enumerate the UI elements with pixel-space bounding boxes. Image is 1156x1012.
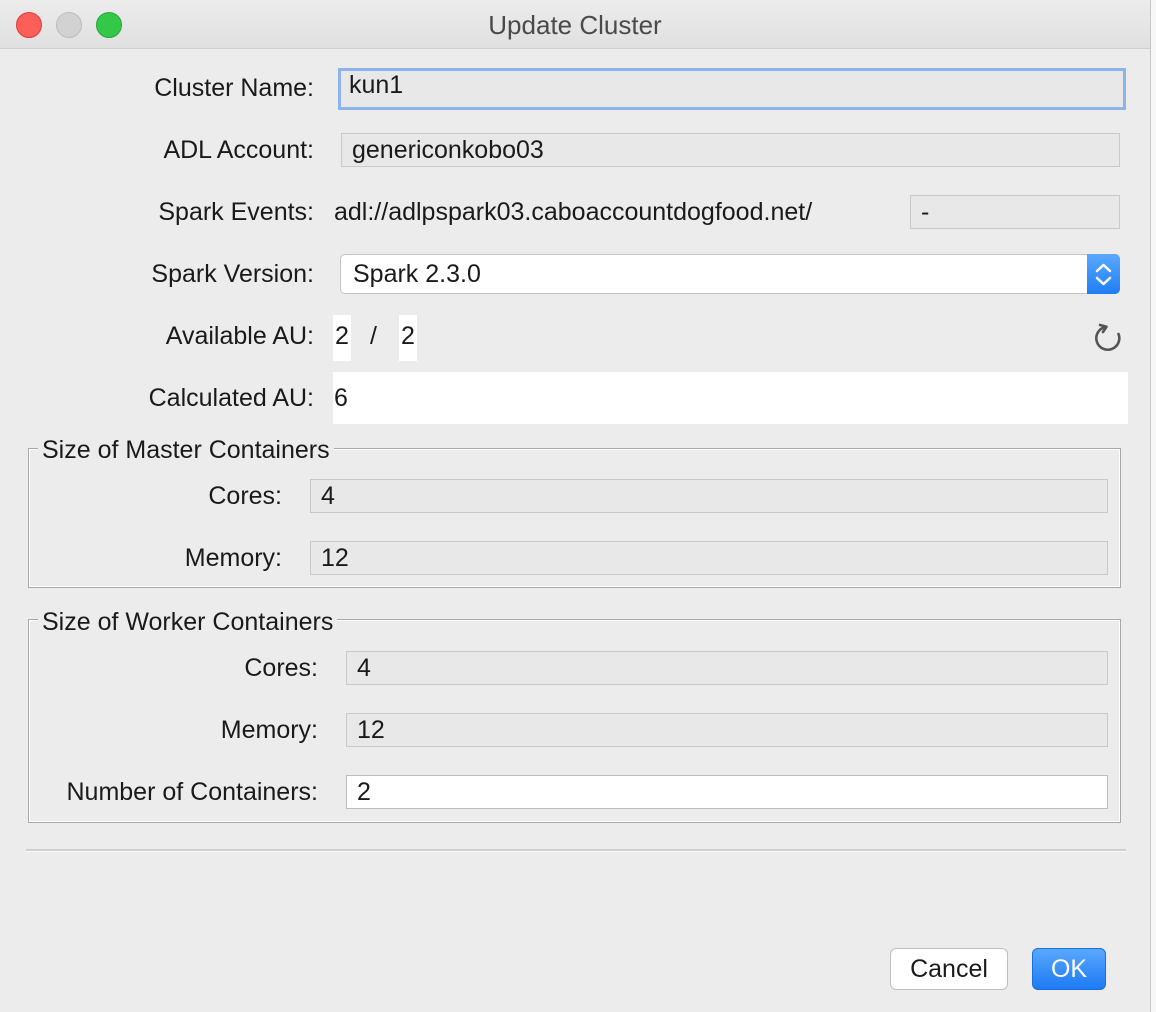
master-cores-field: 4 (310, 479, 1108, 513)
cancel-button[interactable]: Cancel (890, 948, 1008, 990)
worker-memory-label: Memory: (220, 716, 318, 744)
cluster-name-input[interactable]: kun1 (338, 68, 1126, 110)
available-au-label: Available AU: (165, 322, 314, 350)
spark-version-select[interactable]: Spark 2.3.0 (340, 254, 1120, 294)
worker-memory-field: 12 (346, 713, 1108, 747)
chevron-up-down-icon[interactable] (1087, 254, 1120, 294)
total-au-value: 2 (401, 322, 415, 350)
number-of-containers-input[interactable]: 2 (346, 775, 1108, 809)
worker-cores-label: Cores: (244, 654, 318, 682)
separator (26, 849, 1126, 852)
adl-account-label: ADL Account: (163, 136, 314, 164)
ok-button[interactable]: OK (1032, 948, 1106, 990)
available-au-value: 2 (335, 322, 349, 350)
master-containers-title: Size of Master Containers (38, 436, 334, 465)
master-memory-label: Memory: (184, 544, 282, 572)
spark-version-label: Spark Version: (151, 260, 314, 288)
window-title: Update Cluster (488, 10, 662, 40)
calculated-au-value: 6 (334, 384, 348, 412)
worker-cores-field: 4 (346, 651, 1108, 685)
worker-containers-title: Size of Worker Containers (38, 608, 338, 637)
title-bar[interactable]: Update Cluster (0, 0, 1150, 49)
master-memory-field: 12 (310, 541, 1108, 575)
adl-account-field: genericonkobo03 (341, 133, 1120, 167)
cluster-name-label: Cluster Name: (154, 74, 314, 102)
number-of-containers-label: Number of Containers: (66, 778, 318, 806)
background-window-edge (1151, 0, 1156, 1012)
spark-events-field: - (910, 195, 1120, 229)
calculated-au-box (333, 372, 1128, 424)
spark-version-value: Spark 2.3.0 (353, 260, 481, 288)
update-cluster-dialog: Update Cluster Cluster Name: kun1 ADL Ac… (0, 0, 1151, 1012)
spark-events-path: adl://adlpspark03.caboaccountdogfood.net… (334, 198, 813, 226)
refresh-icon[interactable] (1092, 322, 1124, 354)
available-au-separator: / (370, 322, 377, 350)
spark-events-label: Spark Events: (158, 198, 314, 226)
master-cores-label: Cores: (208, 482, 282, 510)
calculated-au-label: Calculated AU: (148, 384, 314, 412)
